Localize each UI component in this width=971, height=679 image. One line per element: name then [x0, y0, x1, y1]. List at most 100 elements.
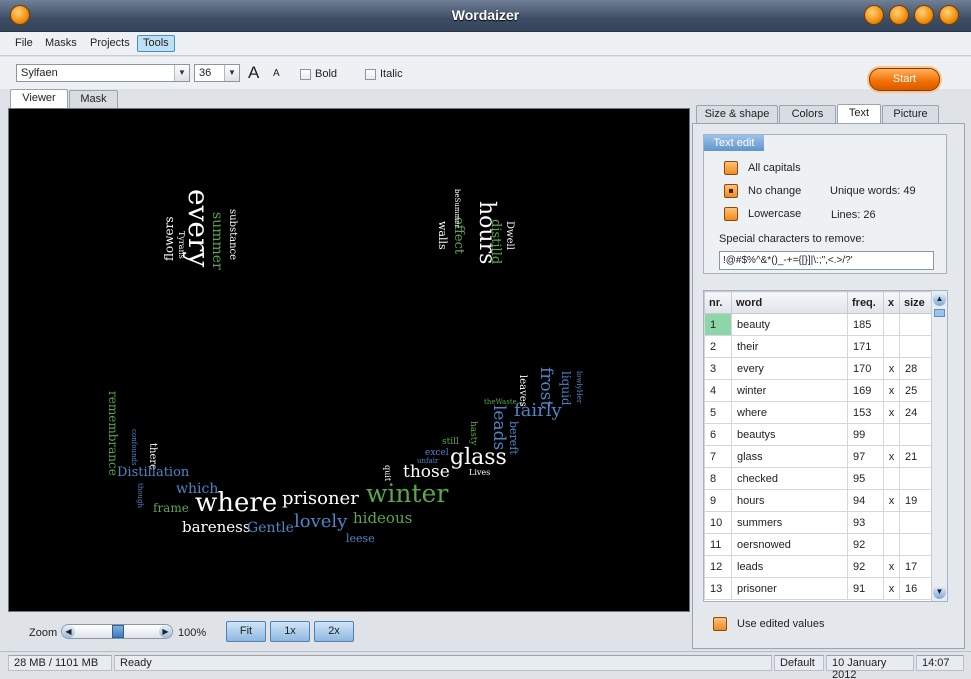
table-row[interactable]: 8 checked 95: [704, 467, 932, 490]
table-row[interactable]: 10 summers 93: [704, 511, 932, 534]
special-chars-input[interactable]: !@#$%^&*()_-+={[}]|\:;",<.>/?': [719, 251, 934, 270]
menu-file[interactable]: File: [10, 36, 38, 53]
cell-size[interactable]: [899, 313, 932, 336]
cell-nr[interactable]: 12: [704, 555, 732, 578]
cell-freq[interactable]: 92: [847, 555, 884, 578]
cell-freq[interactable]: 97: [847, 445, 884, 468]
cell-size[interactable]: [899, 335, 932, 358]
no-change-radio[interactable]: [724, 184, 738, 198]
chevron-down-icon[interactable]: ▼: [933, 585, 946, 599]
table-row[interactable]: 7 glass 97 x 21: [704, 445, 932, 468]
chevron-left-icon[interactable]: ◀: [62, 625, 75, 638]
maximize-icon[interactable]: [914, 5, 934, 25]
cell-freq[interactable]: 99: [847, 423, 884, 446]
cell-nr[interactable]: 2: [704, 335, 732, 358]
tab-size-shape[interactable]: Size & shape: [696, 105, 778, 123]
cell-x[interactable]: x: [883, 357, 900, 380]
cell-nr[interactable]: 1: [704, 313, 732, 336]
tab-viewer[interactable]: Viewer: [10, 89, 68, 108]
lowercase-radio[interactable]: [724, 207, 738, 221]
cell-size[interactable]: 25: [899, 379, 932, 402]
chevron-up-icon[interactable]: ▲: [933, 292, 946, 306]
chevron-down-icon[interactable]: ▼: [224, 65, 239, 81]
tab-picture[interactable]: Picture: [882, 105, 939, 123]
tab-mask[interactable]: Mask: [69, 90, 118, 108]
cell-nr[interactable]: 9: [704, 489, 732, 512]
cell-word[interactable]: hours: [731, 489, 848, 512]
cell-freq[interactable]: 171: [847, 335, 884, 358]
cell-nr[interactable]: 6: [704, 423, 732, 446]
italic-checkbox[interactable]: [365, 69, 376, 80]
cell-nr[interactable]: 11: [704, 533, 732, 556]
menu-projects[interactable]: Projects: [85, 36, 135, 53]
close-icon[interactable]: [939, 5, 959, 25]
zoom-2x-button[interactable]: 2x: [314, 621, 354, 642]
cell-word[interactable]: summers: [731, 511, 848, 534]
cell-size[interactable]: 28: [899, 357, 932, 380]
cell-x[interactable]: x: [883, 445, 900, 468]
table-row[interactable]: 3 every 170 x 28: [704, 357, 932, 380]
cell-x[interactable]: x: [883, 577, 900, 600]
tab-colors[interactable]: Colors: [779, 105, 836, 123]
cell-freq[interactable]: 170: [847, 357, 884, 380]
table-row[interactable]: 4 winter 169 x 25: [704, 379, 932, 402]
chevron-right-icon[interactable]: ▶: [159, 625, 172, 638]
cell-freq[interactable]: 169: [847, 379, 884, 402]
cell-word[interactable]: where: [731, 401, 848, 424]
cell-size[interactable]: 19: [899, 489, 932, 512]
bold-checkbox[interactable]: [300, 69, 311, 80]
cell-nr[interactable]: 13: [704, 577, 732, 600]
table-row[interactable]: 11 oersnowed 92: [704, 533, 932, 556]
cell-word[interactable]: beauty: [731, 313, 848, 336]
cell-size[interactable]: 16: [899, 577, 932, 600]
cell-word[interactable]: beautys: [731, 423, 848, 446]
col-freq[interactable]: freq.: [847, 291, 884, 314]
table-row[interactable]: 9 hours 94 x 19: [704, 489, 932, 512]
cell-x[interactable]: x: [883, 379, 900, 402]
cell-word[interactable]: oersnowed: [731, 533, 848, 556]
cell-word[interactable]: their: [731, 335, 848, 358]
table-row[interactable]: 5 where 153 x 24: [704, 401, 932, 424]
word-cloud-viewer[interactable]: every summer substance flowers Tyrans ho…: [8, 108, 690, 612]
zoom-slider[interactable]: ◀ ▶: [61, 624, 173, 639]
cell-nr[interactable]: 10: [704, 511, 732, 534]
word-list-table[interactable]: nr. word freq. x size 1 beauty 185 2 their 17…: [703, 290, 948, 602]
col-word[interactable]: word: [731, 291, 848, 314]
cell-word[interactable]: checked: [731, 467, 848, 490]
cell-x[interactable]: x: [883, 489, 900, 512]
table-scrollbar[interactable]: ▲ ▼: [931, 291, 947, 601]
cell-x[interactable]: [883, 511, 900, 534]
cell-size[interactable]: [899, 511, 932, 534]
cell-size[interactable]: [899, 467, 932, 490]
font-select[interactable]: Sylfaen ▼: [16, 64, 190, 82]
chevron-down-icon[interactable]: ▼: [174, 65, 189, 81]
cell-word[interactable]: prisoner: [731, 577, 848, 600]
cell-freq[interactable]: 91: [847, 577, 884, 600]
cell-freq[interactable]: 185: [847, 313, 884, 336]
cell-word[interactable]: leads: [731, 555, 848, 578]
shrink-font-button[interactable]: A: [273, 68, 280, 79]
help-icon[interactable]: [864, 5, 884, 25]
cell-freq[interactable]: 153: [847, 401, 884, 424]
cell-nr[interactable]: 3: [704, 357, 732, 380]
zoom-1x-button[interactable]: 1x: [270, 621, 310, 642]
scrollbar-thumb[interactable]: [934, 309, 945, 317]
col-nr[interactable]: nr.: [704, 291, 732, 314]
table-row[interactable]: 2 their 171: [704, 335, 932, 358]
cell-x[interactable]: x: [883, 401, 900, 424]
menu-tools[interactable]: Tools: [137, 35, 175, 52]
cell-x[interactable]: [883, 467, 900, 490]
cell-x[interactable]: [883, 335, 900, 358]
cell-size[interactable]: 17: [899, 555, 932, 578]
col-size[interactable]: size: [899, 291, 932, 314]
zoom-slider-thumb[interactable]: [112, 625, 124, 638]
table-row[interactable]: 1 beauty 185: [704, 313, 932, 336]
cell-word[interactable]: every: [731, 357, 848, 380]
cell-freq[interactable]: 92: [847, 533, 884, 556]
cell-x[interactable]: [883, 313, 900, 336]
cell-word[interactable]: glass: [731, 445, 848, 468]
menu-masks[interactable]: Masks: [40, 36, 82, 53]
cell-freq[interactable]: 93: [847, 511, 884, 534]
use-edited-checkbox[interactable]: [713, 617, 727, 631]
cell-nr[interactable]: 4: [704, 379, 732, 402]
